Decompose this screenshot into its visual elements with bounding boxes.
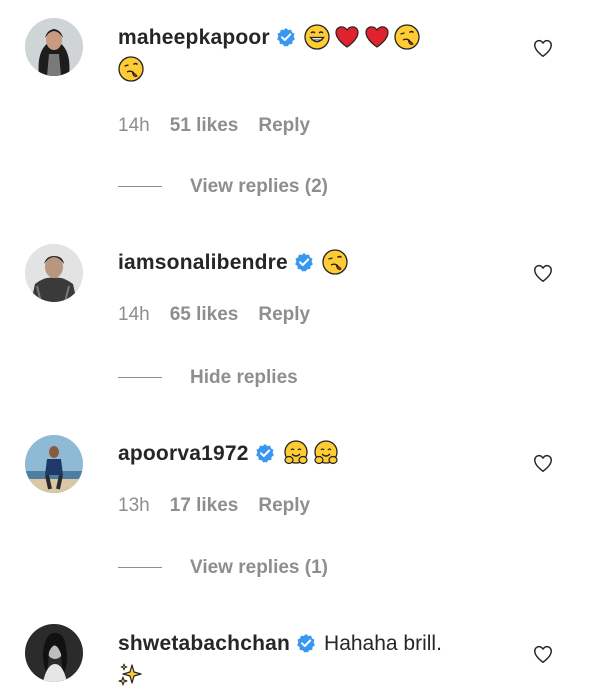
avatar[interactable] — [25, 18, 83, 76]
kiss-emoji-icon — [118, 56, 144, 82]
comment-meta: 14h 51 likes Reply — [118, 115, 330, 137]
username[interactable]: apoorva1972 — [118, 442, 249, 465]
username[interactable]: maheepkapoor — [118, 26, 270, 49]
comment-text: Hahaha brill. — [324, 632, 442, 655]
hide-replies-button[interactable]: Hide replies — [118, 367, 298, 389]
comment-line: shwetabachchan Hahaha brill. — [118, 629, 520, 659]
sparkles-emoji-icon — [118, 662, 144, 688]
comment-line: apoorva1972 — [118, 439, 520, 469]
replies-divider — [118, 567, 162, 569]
view-replies-button[interactable]: View replies (1) — [118, 557, 328, 579]
kiss-emoji-icon — [394, 24, 420, 50]
kiss-emoji-icon — [322, 249, 348, 275]
username[interactable]: iamsonalibendre — [118, 251, 288, 274]
reply-button[interactable]: Reply — [258, 495, 310, 516]
likes-count[interactable]: 51 likes — [170, 115, 239, 136]
replies-label: View replies (1) — [190, 557, 328, 578]
comment-line: maheepkapoor — [118, 23, 520, 53]
heart-outline-icon[interactable] — [532, 37, 554, 59]
heart-outline-icon[interactable] — [532, 262, 554, 284]
avatar[interactable] — [25, 435, 83, 493]
timestamp[interactable]: 13h — [118, 495, 150, 516]
verified-badge-icon — [276, 27, 296, 47]
heart-outline-icon[interactable] — [532, 452, 554, 474]
timestamp[interactable]: 14h — [118, 304, 150, 325]
avatar[interactable] — [25, 624, 83, 682]
reply-button[interactable]: Reply — [258, 304, 310, 325]
grin-emoji-icon — [304, 24, 330, 50]
comment-line-2 — [118, 55, 520, 85]
comment-line: iamsonalibendre — [118, 248, 520, 278]
likes-count[interactable]: 65 likes — [170, 304, 239, 325]
hug-emoji-icon — [313, 440, 339, 466]
heart-outline-icon[interactable] — [532, 643, 554, 665]
avatar[interactable] — [25, 244, 83, 302]
heart-emoji-icon — [334, 24, 360, 50]
hug-emoji-icon — [283, 440, 309, 466]
replies-label: View replies (2) — [190, 176, 328, 197]
username[interactable]: shwetabachchan — [118, 632, 290, 655]
verified-badge-icon — [294, 252, 314, 272]
comment-line-2 — [118, 661, 520, 691]
heart-emoji-icon — [364, 24, 390, 50]
verified-badge-icon — [296, 633, 316, 653]
verified-badge-icon — [255, 443, 275, 463]
replies-divider — [118, 377, 162, 379]
replies-divider — [118, 186, 162, 188]
comment-meta: 13h 17 likes Reply — [118, 495, 330, 517]
likes-count[interactable]: 17 likes — [170, 495, 239, 516]
view-replies-button[interactable]: View replies (2) — [118, 176, 328, 198]
timestamp[interactable]: 14h — [118, 115, 150, 136]
reply-button[interactable]: Reply — [258, 115, 310, 136]
replies-label: Hide replies — [190, 367, 298, 388]
comment-meta: 14h 65 likes Reply — [118, 304, 330, 326]
